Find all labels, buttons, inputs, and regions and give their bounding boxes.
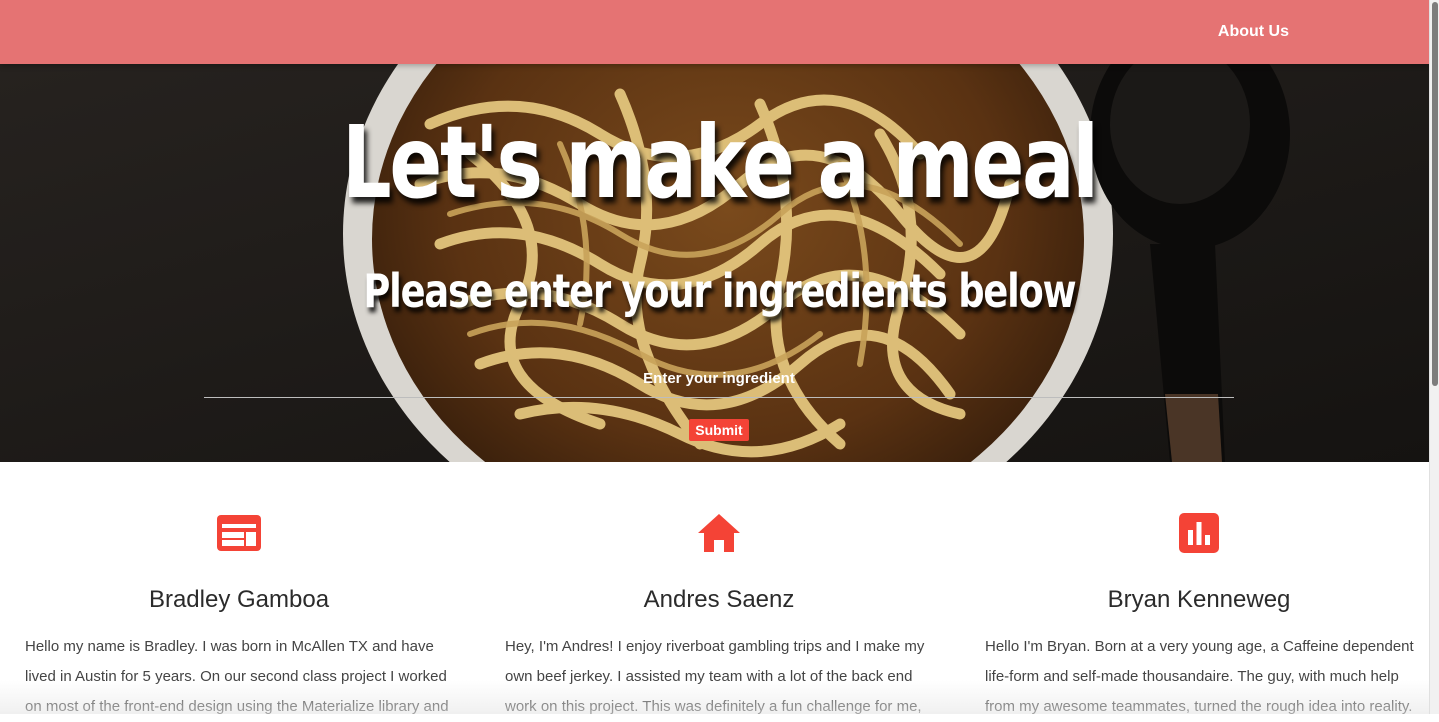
hero-title: Let's make a meal xyxy=(342,104,1099,221)
bar-chart-icon xyxy=(1179,513,1219,553)
team-member-name: Andres Saenz xyxy=(643,586,795,613)
scrollbar-thumb[interactable] xyxy=(1432,2,1438,386)
team-member-bio: Hello my name is Bradley. I was born in … xyxy=(25,638,449,715)
hero-subtitle: Please enter your ingredients below xyxy=(363,264,1076,318)
team-member-name: Bradley Gamboa xyxy=(148,586,330,613)
team-section: Bradley Gamboa Hello my name is Bradley.… xyxy=(0,462,1429,715)
web-icon xyxy=(217,515,261,551)
team-member-bio: Hello I'm Bryan. Born at a very young ag… xyxy=(985,638,1414,715)
navbar: About Us xyxy=(0,0,1429,64)
nav-about-us-link[interactable]: About Us xyxy=(1218,0,1289,64)
submit-button[interactable]: Submit xyxy=(689,419,749,441)
ingredient-input[interactable] xyxy=(204,360,1234,398)
team-member-name: Bryan Kenneweg xyxy=(1107,586,1291,613)
page-scrollbar[interactable] xyxy=(1429,0,1439,714)
hero-section: Let's make a meal Please enter your ingr… xyxy=(0,64,1429,462)
home-icon xyxy=(698,514,740,552)
team-member-bio: Hey, I'm Andres! I enjoy riverboat gambl… xyxy=(505,638,925,715)
